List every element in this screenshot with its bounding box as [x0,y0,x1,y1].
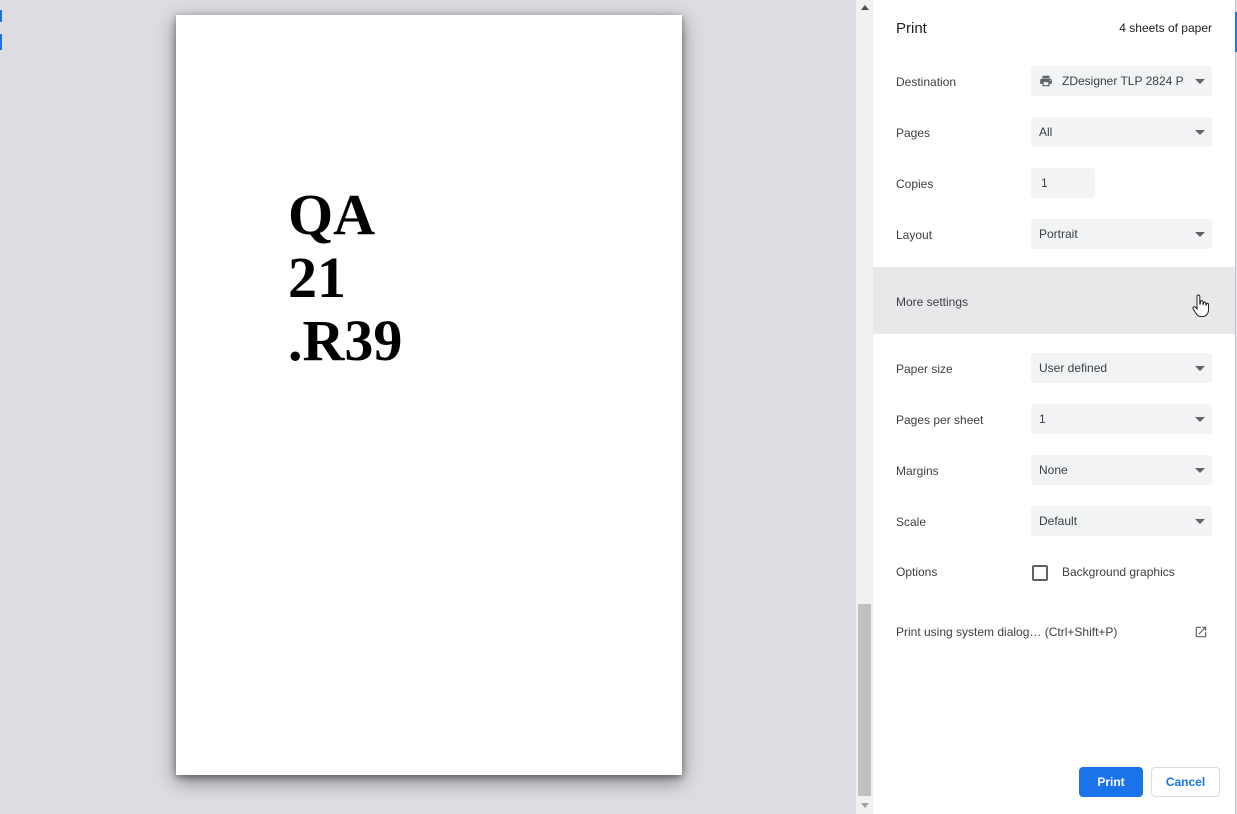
page-line: QA [288,182,375,247]
margins-label: Margins [896,464,939,478]
pages-row: Pages All [873,117,1235,149]
paper-size-select[interactable]: User defined [1031,353,1212,383]
layout-label: Layout [896,228,933,242]
margins-select[interactable]: None [1031,455,1212,485]
destination-value: ZDesigner TLP 2824 P [1062,74,1184,88]
paper-size-label: Paper size [896,362,953,376]
system-dialog-link[interactable]: Print using system dialog… (Ctrl+Shift+P… [896,624,1117,640]
destination-row: Destination ZDesigner TLP 2824 P [873,66,1235,98]
copies-row: Copies 1 [873,168,1235,200]
scale-label: Scale [896,515,927,529]
copies-input[interactable]: 1 [1031,168,1095,198]
scale-row: Scale Default [873,506,1235,538]
background-graphics-label[interactable]: Background graphics [1062,556,1175,588]
print-title: Print [896,20,927,37]
scroll-down-arrow[interactable] [856,798,873,812]
scale-value: Default [1039,514,1078,528]
pages-per-sheet-row: Pages per sheet 1 [873,404,1235,436]
cancel-button[interactable]: Cancel [1151,767,1220,797]
copies-label: Copies [896,177,934,191]
print-preview-area: QA 21 .R39 [0,0,856,814]
chevron-down-icon [1195,130,1205,135]
print-button[interactable]: Print [1079,767,1143,797]
preview-page: QA 21 .R39 [176,15,682,775]
page-line: .R39 [288,308,403,373]
scale-select[interactable]: Default [1031,506,1212,536]
hand-cursor-icon [1192,294,1209,317]
layout-select[interactable]: Portrait [1031,219,1212,249]
destination-select[interactable]: ZDesigner TLP 2824 P [1031,66,1212,96]
chevron-down-icon [1195,519,1205,524]
preview-scrollbar[interactable] [856,0,873,814]
pages-per-sheet-label: Pages per sheet [896,413,984,427]
pages-per-sheet-value: 1 [1039,412,1046,426]
left-edge-accent [0,10,2,22]
chevron-down-icon [1195,417,1205,422]
background-graphics-checkbox[interactable] [1032,565,1048,581]
sheet-count: 4 sheets of paper [1119,21,1212,35]
chevron-down-icon [1195,79,1205,84]
scroll-up-arrow[interactable] [856,0,873,14]
print-settings-sidebar: Print 4 sheets of paper Destination ZDes… [873,0,1236,814]
chevron-down-icon [1195,366,1205,371]
pages-label: Pages [896,126,931,140]
pages-select[interactable]: All [1031,117,1212,147]
layout-row: Layout Portrait [873,219,1235,251]
printer-icon [1040,75,1052,87]
paper-size-row: Paper size User defined [873,353,1235,385]
more-settings-toggle[interactable]: More settings [873,267,1235,334]
scroll-thumb[interactable] [858,604,871,796]
chevron-down-icon [1195,468,1205,473]
margins-value: None [1039,463,1068,477]
page-content: QA 21 .R39 [288,183,402,372]
margins-row: Margins None [873,455,1235,487]
pages-value: All [1039,125,1053,139]
more-settings-label: More settings [896,295,969,309]
open-in-new-icon[interactable] [1194,625,1208,639]
destination-label: Destination [896,75,957,89]
options-label: Options [896,565,938,579]
pages-per-sheet-select[interactable]: 1 [1031,404,1212,434]
left-edge-accent [0,34,2,50]
layout-value: Portrait [1039,227,1078,241]
page-line: 21 [288,245,346,310]
chevron-down-icon [1195,232,1205,237]
paper-size-value: User defined [1039,361,1108,375]
options-row: Options Background graphics [873,556,1235,588]
